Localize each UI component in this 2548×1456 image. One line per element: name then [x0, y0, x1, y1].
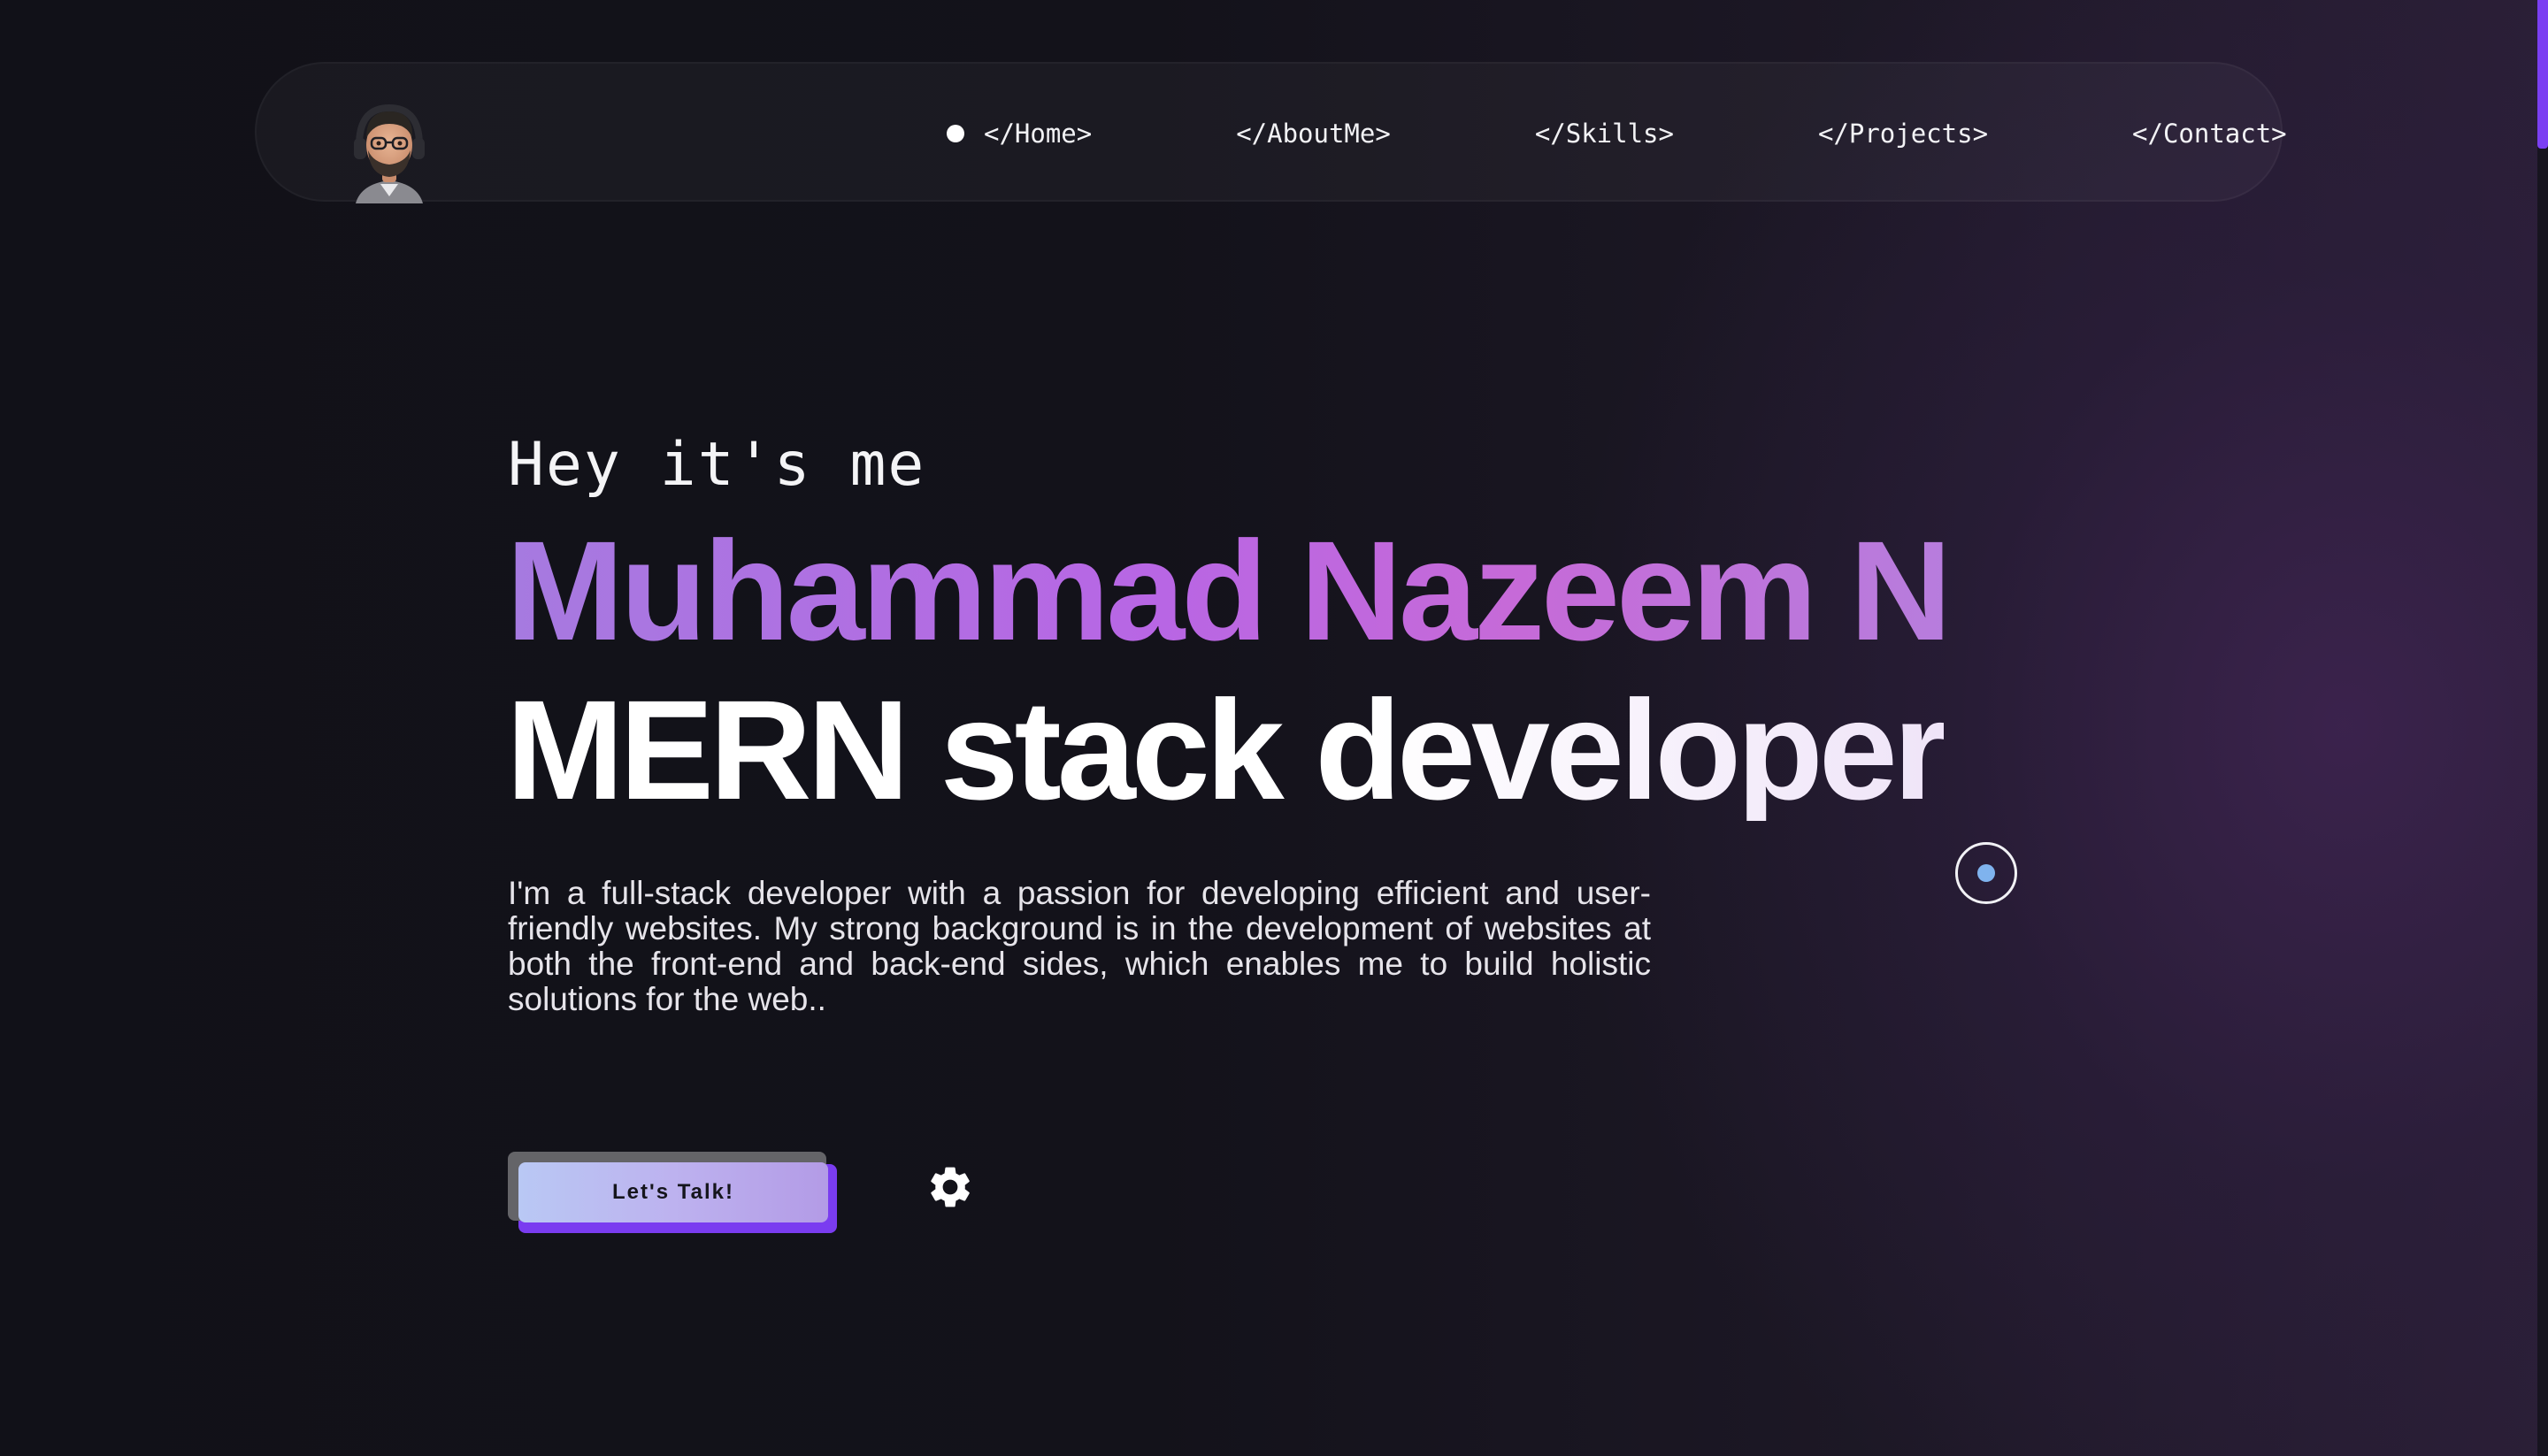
nav-link-label: </Home> [984, 119, 1093, 149]
hero-bio: I'm a full-stack developer with a passio… [508, 875, 1651, 1017]
nav-link-projects[interactable]: </Projects> [1818, 119, 1988, 149]
nav-link-home[interactable]: </Home> [947, 119, 1092, 149]
nav-link-contact[interactable]: </Contact> [2132, 119, 2287, 149]
hero-greeting: Hey it's me [508, 430, 926, 500]
nav-link-label: </Projects> [1817, 119, 1989, 149]
portfolio-page: </Home> </AboutMe> </Skills> </Projects>… [0, 0, 2548, 1456]
active-indicator-dot [947, 125, 964, 142]
nav-link-aboutme[interactable]: </AboutMe> [1236, 119, 1391, 149]
avatar[interactable] [349, 99, 430, 203]
nav-link-label: </Contact> [2132, 119, 2287, 149]
hero-role: MERN stack developer [506, 671, 1948, 829]
scrollbar-track[interactable] [2537, 0, 2548, 1456]
nav-link-label: </AboutMe> [1236, 119, 1391, 149]
lets-talk-button[interactable]: Let's Talk! [508, 1152, 837, 1233]
nav-link-label: </Skills> [1534, 119, 1674, 149]
navbar: </Home> </AboutMe> </Skills> </Projects>… [255, 62, 2287, 203]
hero-name: Muhammad Nazeem N [506, 511, 1952, 670]
nav-link-skills[interactable]: </Skills> [1535, 119, 1674, 149]
scrollbar-thumb[interactable] [2537, 0, 2548, 149]
nav-links: </Home> </AboutMe> </Skills> </Projects>… [947, 64, 2287, 203]
gear-icon[interactable] [925, 1162, 975, 1212]
cursor-dot [1977, 864, 1995, 882]
lets-talk-label: Let's Talk! [518, 1162, 828, 1222]
